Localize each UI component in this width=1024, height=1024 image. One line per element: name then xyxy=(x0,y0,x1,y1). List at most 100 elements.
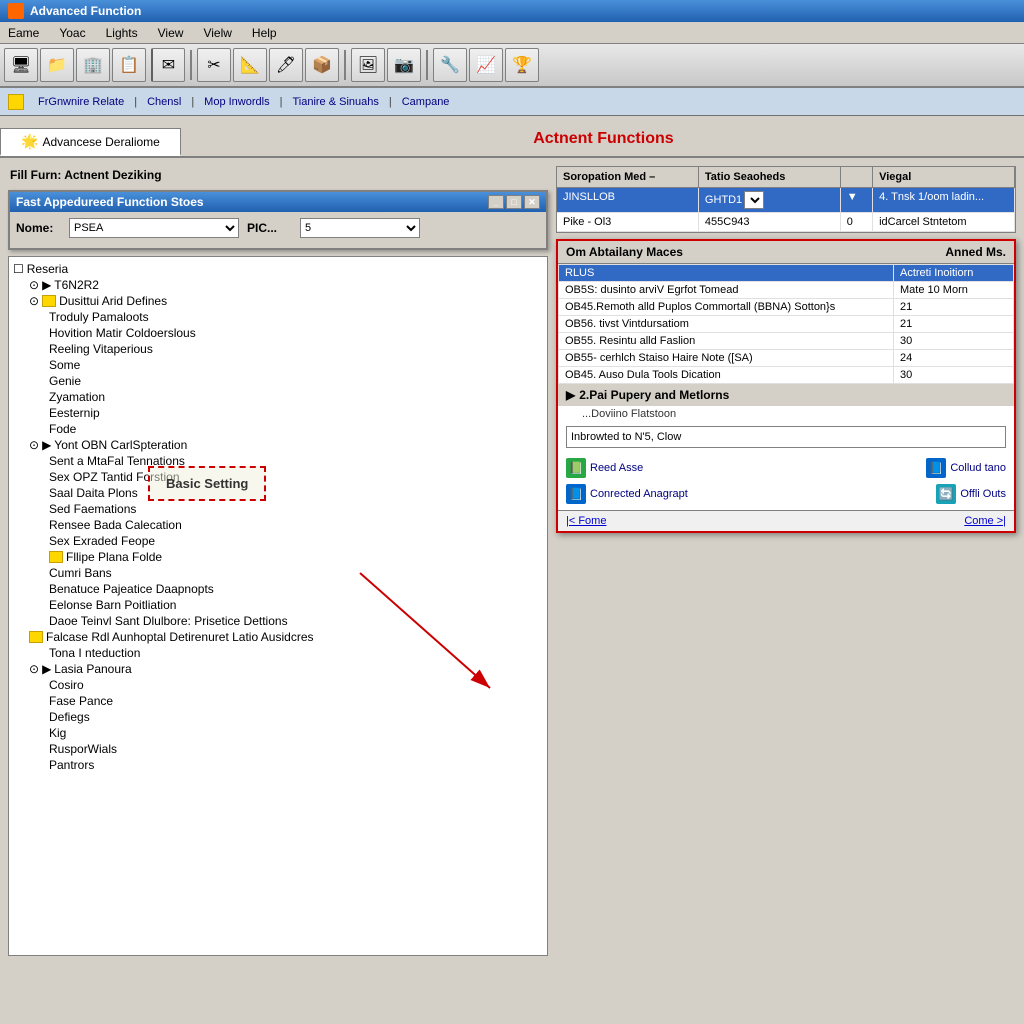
tree-link-kig[interactable]: Kig xyxy=(49,726,66,740)
tree-link-dusittui[interactable]: Dusittui Arid Defines xyxy=(59,294,167,308)
tree-item-eelonse[interactable]: Eelonse Barn Poitliation xyxy=(49,597,543,613)
toolbar-btn-7[interactable]: 📐 xyxy=(233,48,267,82)
tree-item-falcase[interactable]: Falcase Rdl Aunhoptal Detirenuret Latio … xyxy=(29,629,543,645)
tree-item-yont[interactable]: ⊙ ▶ Yont OBN CarlSpteration xyxy=(29,437,543,453)
tree-link-tona[interactable]: Tona I nteduction xyxy=(49,646,140,660)
menu-view[interactable]: View xyxy=(154,24,188,42)
nav-link-3[interactable]: Mop Inwordls xyxy=(198,94,275,110)
tree-link-reeling[interactable]: Reeling Vitaperious xyxy=(49,342,153,356)
tree-link-fase[interactable]: Fase Pance xyxy=(49,694,113,708)
nav-link-5[interactable]: Campane xyxy=(396,94,456,110)
table-dropdown[interactable] xyxy=(744,191,764,209)
section-2-header[interactable]: ▶ 2.Pai Pupery and Metlorns xyxy=(558,384,1014,406)
menu-eame[interactable]: Eame xyxy=(4,24,43,42)
toolbar-btn-9[interactable]: 📦 xyxy=(305,48,339,82)
tree-item-eesternip[interactable]: Eesternip xyxy=(49,405,543,421)
tree-item-reseria[interactable]: ☐ Reseria xyxy=(13,261,543,277)
tree-item-tona[interactable]: Tona I nteduction xyxy=(49,645,543,661)
tree-item-rusporwials[interactable]: RusporWials xyxy=(49,741,543,757)
toolbar-btn-10[interactable]: 🖼 xyxy=(351,48,385,82)
tree-view[interactable]: ☐ Reseria ⊙ ▶ T6N2R2 ⊙ Dusittui Arid Def… xyxy=(8,256,548,956)
tree-item-some[interactable]: Some xyxy=(49,357,543,373)
toolbar-btn-12[interactable]: 🔧 xyxy=(433,48,467,82)
conrected-anagrapt-btn[interactable]: 📘 Conrected Anagrapt xyxy=(566,484,688,504)
tree-link-zyamation[interactable]: Zyamation xyxy=(49,390,105,404)
toolbar-btn-3[interactable]: 🏢 xyxy=(76,48,110,82)
menu-vielw[interactable]: Vielw xyxy=(199,24,235,42)
tree-item-hovition[interactable]: Hovition Matir Coldoerslous xyxy=(49,325,543,341)
toolbar-btn-2[interactable]: 📁 xyxy=(40,48,74,82)
tree-item-saal[interactable]: Saal Daita Plons xyxy=(49,485,543,501)
tree-item-benatuce[interactable]: Benatuce Pajeatice Daapnopts xyxy=(49,581,543,597)
tree-link-t6n2r2[interactable]: T6N2R2 xyxy=(54,278,99,292)
dialog-maximize-btn[interactable]: □ xyxy=(506,195,522,209)
tree-item-sed[interactable]: Sed Faemations xyxy=(49,501,543,517)
tree-item-troduly[interactable]: Troduly Pamaloots xyxy=(49,309,543,325)
tree-link-saal[interactable]: Saal Daita Plons xyxy=(49,486,138,500)
tree-link-daoe[interactable]: Daoe Teinvl Sant Dlulbore: Prisetice Det… xyxy=(49,614,288,628)
func-table-row-selected[interactable]: RLUS Actreti Inoitiorn xyxy=(559,265,1014,282)
tree-link-sex-opz[interactable]: Sex OPZ Tantid Forstion xyxy=(49,470,180,484)
tree-item-fllipe[interactable]: Fllipe Plana Folde xyxy=(49,549,543,565)
text-input-field[interactable] xyxy=(566,426,1006,448)
name-select[interactable]: PSEA xyxy=(69,218,239,238)
tree-link-cosiro[interactable]: Cosiro xyxy=(49,678,84,692)
tree-item-sex-ext[interactable]: Sex Exraded Feope xyxy=(49,533,543,549)
tree-item-pantrors[interactable]: Pantrors xyxy=(49,757,543,773)
nav-link-1[interactable]: FrGnwnire Relate xyxy=(32,94,130,110)
nav-link-4[interactable]: Tianire & Sinuahs xyxy=(286,94,384,110)
expand-icon-4[interactable]: ▶ xyxy=(42,662,51,676)
toolbar-btn-1[interactable]: 🖥 xyxy=(4,48,38,82)
tree-item-dusittui[interactable]: ⊙ Dusittui Arid Defines xyxy=(29,293,543,309)
menu-lights[interactable]: Lights xyxy=(102,24,142,42)
nav-forward-btn[interactable]: Come >| xyxy=(964,515,1006,527)
tree-item-fode[interactable]: Fode xyxy=(49,421,543,437)
tree-item-cumri[interactable]: Cumri Bans xyxy=(49,565,543,581)
tree-link-eesternip[interactable]: Eesternip xyxy=(49,406,100,420)
func-table-row-6[interactable]: OB45. Auso Dula Tools Dication 30 xyxy=(559,367,1014,384)
tree-link-cumri[interactable]: Cumri Bans xyxy=(49,566,112,580)
nav-link-2[interactable]: Chensl xyxy=(141,94,187,110)
tree-item-sent[interactable]: Sent a MtaFal Tennations xyxy=(49,453,543,469)
tree-link-fode[interactable]: Fode xyxy=(49,422,76,436)
tree-link-pantrors[interactable]: Pantrors xyxy=(49,758,94,772)
toolbar-btn-8[interactable]: 🖊 xyxy=(269,48,303,82)
dialog-close-btn[interactable]: ✕ xyxy=(524,195,540,209)
expand-icon[interactable]: ▶ xyxy=(42,278,51,292)
func-table-row-3[interactable]: OB56. tivst Vintdursatiom 21 xyxy=(559,316,1014,333)
tree-link-troduly[interactable]: Troduly Pamaloots xyxy=(49,310,149,324)
tree-link-fllipe[interactable]: Fllipe Plana Folde xyxy=(66,550,162,564)
tree-item-zyamation[interactable]: Zyamation xyxy=(49,389,543,405)
tree-item-lasia[interactable]: ⊙ ▶ Lasia Panoura xyxy=(29,661,543,677)
tree-link-yont[interactable]: Yont OBN CarlSpteration xyxy=(54,438,187,452)
tree-item-sex-opz[interactable]: Sex OPZ Tantid Forstion xyxy=(49,469,543,485)
tree-link-lasia[interactable]: Lasia Panoura xyxy=(54,662,131,676)
tree-link-sed[interactable]: Sed Faemations xyxy=(49,502,136,516)
tree-link-rusporwials[interactable]: RusporWials xyxy=(49,742,117,756)
tree-link-sex-ext[interactable]: Sex Exraded Feope xyxy=(49,534,155,548)
expand-icon-2[interactable]: ⊙ xyxy=(29,294,39,308)
table-row-2[interactable]: Pike - Ol3 455C943 0 idCarcel Stntetom xyxy=(557,213,1015,232)
tree-link-some[interactable]: Some xyxy=(49,358,80,372)
func-table-row-2[interactable]: OB45.Remoth alld Puplos Commortall (BBNA… xyxy=(559,299,1014,316)
tree-link-falcase[interactable]: Falcase Rdl Aunhoptal Detirenuret Latio … xyxy=(46,630,314,644)
tree-link-rensee[interactable]: Rensee Bada Calecation xyxy=(49,518,182,532)
tree-link-genie[interactable]: Genie xyxy=(49,374,81,388)
offli-outs-btn[interactable]: 🔄 Offli Outs xyxy=(936,484,1006,504)
tree-item-rensee[interactable]: Rensee Bada Calecation xyxy=(49,517,543,533)
tree-link-benatuce[interactable]: Benatuce Pajeatice Daapnopts xyxy=(49,582,214,596)
tree-link-sent[interactable]: Sent a MtaFal Tennations xyxy=(49,454,185,468)
expand-icon-3[interactable]: ▶ xyxy=(42,438,51,452)
collud-tano-btn[interactable]: 📘 Collud tano xyxy=(926,458,1006,478)
tree-item-fase[interactable]: Fase Pance xyxy=(49,693,543,709)
toolbar-btn-5[interactable]: ✉ xyxy=(151,48,185,82)
tree-item-defiegs[interactable]: Defiegs xyxy=(49,709,543,725)
tree-item-daoe[interactable]: Daoe Teinvl Sant Dlulbore: Prisetice Det… xyxy=(49,613,543,629)
table-row-1[interactable]: JINSLLOB GHTD1 ▼ 4. Tnsk 1/oom ladin... xyxy=(557,188,1015,213)
tree-item-cosiro[interactable]: Cosiro xyxy=(49,677,543,693)
tree-link-defiegs[interactable]: Defiegs xyxy=(49,710,90,724)
reed-asse-btn[interactable]: 📗 Reed Asse xyxy=(566,458,643,478)
tree-item-genie[interactable]: Genie xyxy=(49,373,543,389)
tab-left[interactable]: 🌟 Advancese Deraliome xyxy=(0,128,181,156)
toolbar-btn-4[interactable]: 📋 xyxy=(112,48,146,82)
